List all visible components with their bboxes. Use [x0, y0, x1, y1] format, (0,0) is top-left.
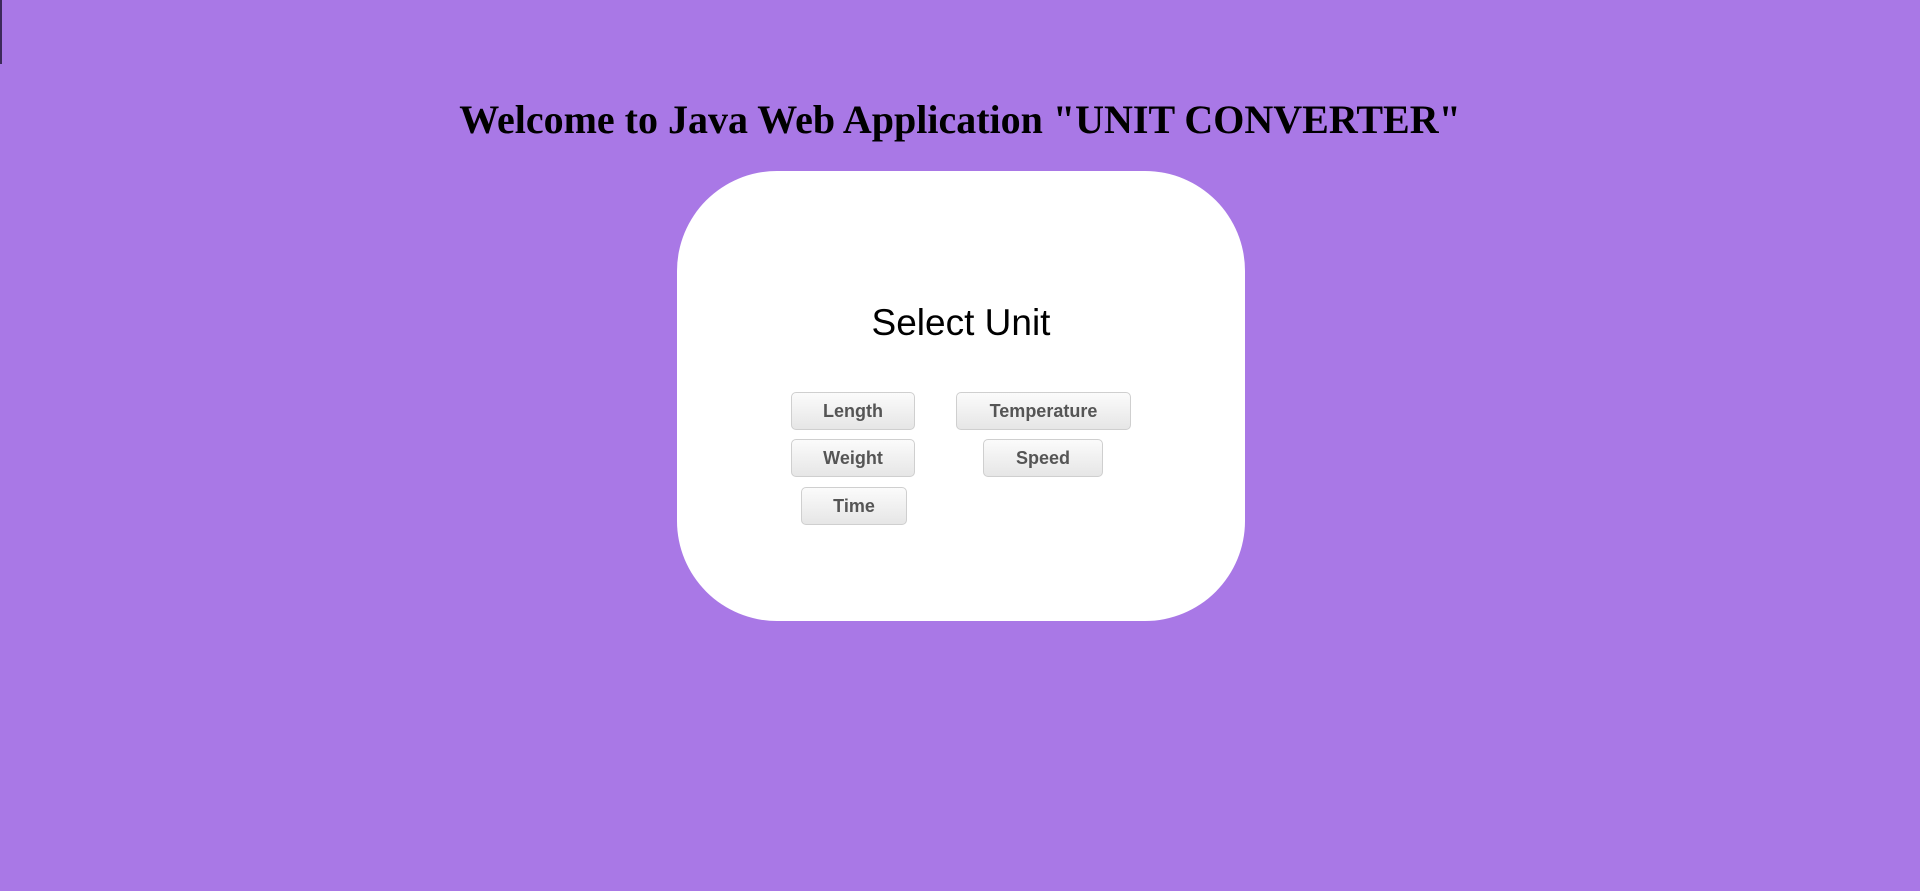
- time-button[interactable]: Time: [801, 487, 907, 525]
- unit-selection-card: Select Unit Length Temperature Weight Sp…: [677, 171, 1245, 621]
- page-title: Welcome to Java Web Application "UNIT CO…: [459, 97, 1461, 142]
- length-button[interactable]: Length: [791, 392, 915, 430]
- speed-button[interactable]: Speed: [983, 439, 1103, 477]
- window-edge-marker: [0, 0, 2, 64]
- weight-button[interactable]: Weight: [791, 439, 915, 477]
- card-title: Select Unit: [871, 302, 1051, 343]
- temperature-button[interactable]: Temperature: [956, 392, 1131, 430]
